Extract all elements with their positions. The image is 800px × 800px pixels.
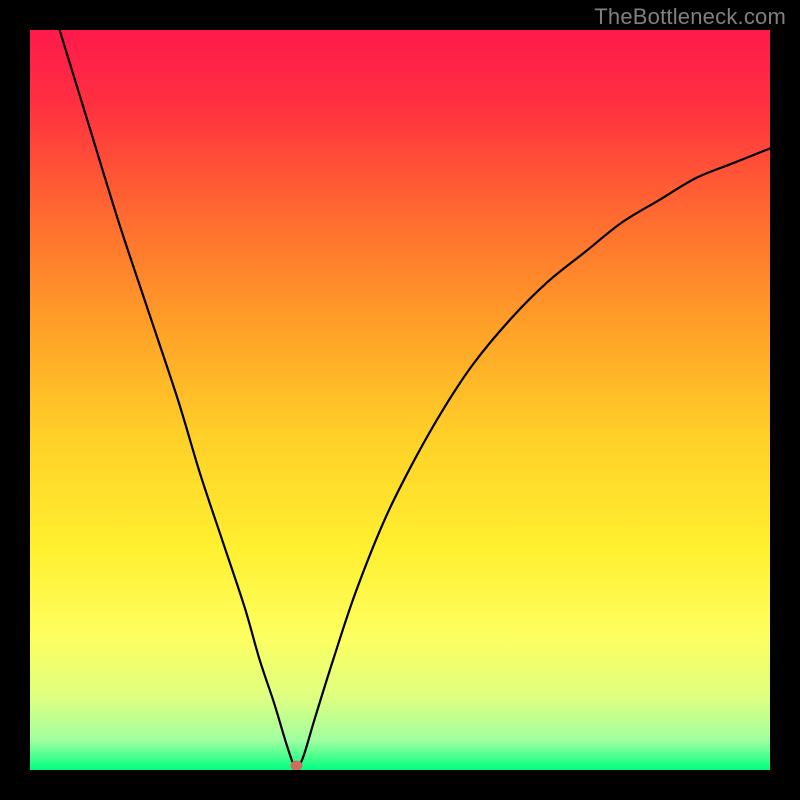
plot-area bbox=[30, 30, 770, 770]
chart-svg bbox=[30, 30, 770, 770]
chart-frame: TheBottleneck.com bbox=[0, 0, 800, 800]
watermark-text: TheBottleneck.com bbox=[594, 4, 786, 30]
gradient-background bbox=[30, 30, 770, 770]
